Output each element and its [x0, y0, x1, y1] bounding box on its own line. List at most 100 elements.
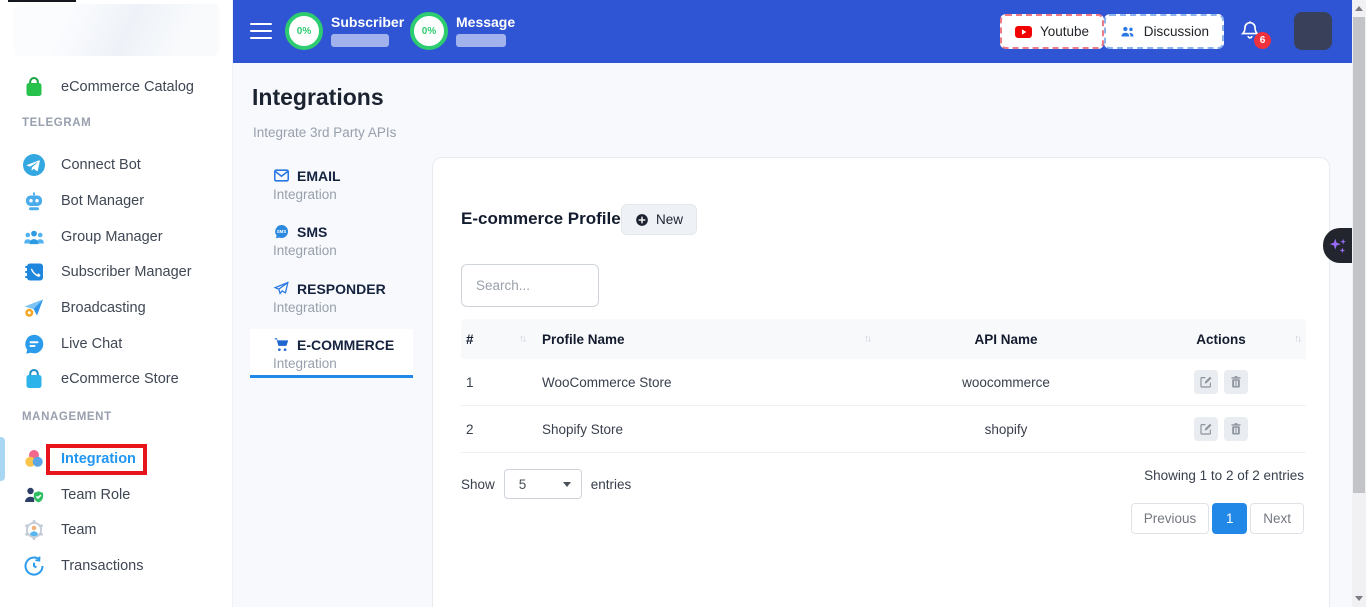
message-progress-circle: 0%: [410, 12, 448, 50]
sidebar-section-telegram: TELEGRAM: [22, 117, 91, 129]
column-header-label: #: [466, 332, 474, 347]
message-stat-label: Message: [456, 14, 515, 30]
sidebar-item-label: Broadcasting: [61, 300, 146, 316]
tab-title: E-COMMERCE: [297, 337, 394, 353]
user-avatar[interactable]: [1294, 12, 1332, 50]
contact-book-icon: [22, 260, 46, 284]
chevron-down-icon: [563, 482, 571, 487]
sidebar-item-label: Group Manager: [61, 229, 163, 245]
sort-icon[interactable]: ↑↓: [864, 334, 870, 345]
entries-label: entries: [591, 477, 632, 492]
sidebar-item-label: Bot Manager: [61, 193, 144, 209]
sidebar: eCommerce Catalog TELEGRAM Connect Bot B…: [0, 0, 233, 607]
cell-num: 2: [461, 406, 531, 452]
message-stat: 0% Message: [410, 12, 515, 50]
sidebar-item-label: eCommerce Catalog: [61, 79, 194, 95]
page-size-select[interactable]: 5: [504, 469, 582, 499]
sidebar-item-group-manager[interactable]: Group Manager: [0, 219, 233, 255]
tab-ecommerce-integration[interactable]: E-COMMERCE Integration: [250, 329, 413, 378]
shopping-cart-icon: [273, 336, 290, 353]
column-header-num[interactable]: # ↑↓: [461, 319, 531, 359]
sidebar-item-label: eCommerce Store: [61, 371, 179, 387]
chat-bubble-icon: [22, 332, 46, 356]
gear-person-icon: [22, 518, 46, 542]
youtube-button[interactable]: Youtube: [1000, 14, 1104, 49]
pagination: Previous 1 Next: [1131, 503, 1304, 534]
telegram-plane-icon: [22, 153, 46, 177]
sidebar-item-live-chat[interactable]: Live Chat: [0, 326, 233, 362]
shopping-bag-green-icon: [22, 75, 46, 99]
hamburger-menu-icon[interactable]: [250, 23, 272, 39]
search-input[interactable]: [461, 264, 599, 307]
cell-profile-name: Shopify Store: [531, 406, 876, 452]
ai-assistant-floating-button[interactable]: [1323, 228, 1352, 263]
page-1-button[interactable]: 1: [1212, 503, 1247, 534]
sidebar-item-connect-bot[interactable]: Connect Bot: [0, 147, 233, 183]
sidebar-item-bot-manager[interactable]: Bot Manager: [0, 183, 233, 219]
delete-button[interactable]: [1224, 370, 1248, 394]
new-profile-button[interactable]: New: [621, 204, 697, 235]
sms-bubble-icon: SMS: [273, 223, 290, 240]
column-header-label: Actions: [1196, 332, 1246, 347]
sidebar-item-label: Team: [61, 522, 96, 538]
sidebar-item-label: Connect Bot: [61, 157, 141, 173]
cell-api-name: shopify: [876, 406, 1136, 452]
subscriber-progress-circle: 0%: [285, 12, 323, 50]
scrollbar-thumb[interactable]: [1353, 17, 1365, 493]
sidebar-item-integration[interactable]: Integration: [0, 441, 233, 477]
window-edge-strip: [8, 0, 76, 2]
tab-title: SMS: [297, 224, 327, 240]
column-header-label: Profile Name: [542, 332, 625, 347]
color-circles-icon: [22, 447, 46, 471]
subscriber-stat: 0% Subscriber: [285, 12, 404, 50]
sort-icon[interactable]: ↑↓: [519, 334, 525, 345]
sidebar-item-team[interactable]: Team: [0, 512, 233, 548]
vertical-scrollbar[interactable]: [1352, 0, 1366, 607]
sidebar-item-label: Transactions: [61, 558, 143, 574]
sidebar-item-broadcasting[interactable]: Broadcasting: [0, 290, 233, 326]
table-row: 1 WooCommerce Store woocommerce: [461, 359, 1306, 406]
sidebar-item-ecommerce-store[interactable]: eCommerce Store: [0, 361, 233, 397]
scroll-up-arrow-icon[interactable]: [1355, 6, 1363, 11]
tab-sms-integration[interactable]: SMS SMS Integration: [250, 223, 413, 258]
sidebar-item-label: Live Chat: [61, 336, 122, 352]
person-shield-icon: [22, 483, 46, 507]
app-logo: [14, 4, 219, 56]
sidebar-item-transactions[interactable]: Transactions: [0, 548, 233, 584]
plus-circle-icon: [635, 213, 649, 227]
discussion-button[interactable]: Discussion: [1104, 14, 1224, 49]
scroll-down-arrow-icon[interactable]: [1355, 596, 1363, 601]
previous-page-button[interactable]: Previous: [1131, 503, 1210, 534]
tab-title: RESPONDER: [297, 281, 386, 297]
delete-button[interactable]: [1224, 417, 1248, 441]
youtube-button-label: Youtube: [1040, 24, 1089, 39]
sidebar-item-team-role[interactable]: Team Role: [0, 477, 233, 513]
sidebar-item-label: Integration: [61, 451, 136, 467]
notification-count-badge: 6: [1254, 32, 1271, 49]
column-header-api-name[interactable]: API Name: [876, 319, 1136, 359]
main-content: Integrations Integrate 3rd Party APIs EM…: [233, 63, 1352, 607]
cell-api-name: woocommerce: [876, 359, 1136, 405]
page-size-value: 5: [519, 477, 527, 492]
notification-bell-icon[interactable]: 6: [1239, 19, 1261, 41]
table-row: 2 Shopify Store shopify: [461, 406, 1306, 453]
next-page-button[interactable]: Next: [1250, 503, 1304, 534]
history-clock-icon: [22, 554, 46, 578]
sidebar-item-label: Team Role: [61, 487, 130, 503]
message-stat-blurred-value: [456, 34, 506, 47]
sort-icon[interactable]: ↑↓: [1294, 334, 1300, 345]
tab-responder-integration[interactable]: RESPONDER Integration: [250, 280, 413, 315]
tab-email-integration[interactable]: EMAIL Integration: [250, 167, 413, 202]
showing-entries-info: Showing 1 to 2 of 2 entries: [1144, 468, 1304, 483]
youtube-icon: [1015, 26, 1032, 38]
sidebar-item-ecommerce-catalog[interactable]: eCommerce Catalog: [0, 69, 233, 105]
subscriber-stat-blurred-value: [331, 34, 389, 47]
sidebar-item-subscriber-manager[interactable]: Subscriber Manager: [0, 254, 233, 290]
column-header-actions[interactable]: Actions ↑↓: [1136, 319, 1306, 359]
sparkles-icon: [1327, 235, 1349, 257]
robot-icon: [22, 189, 46, 213]
column-header-profile-name[interactable]: Profile Name ↑↓: [531, 319, 876, 359]
edit-button[interactable]: [1194, 417, 1218, 441]
tab-subtitle: Integration: [273, 187, 413, 202]
edit-button[interactable]: [1194, 370, 1218, 394]
